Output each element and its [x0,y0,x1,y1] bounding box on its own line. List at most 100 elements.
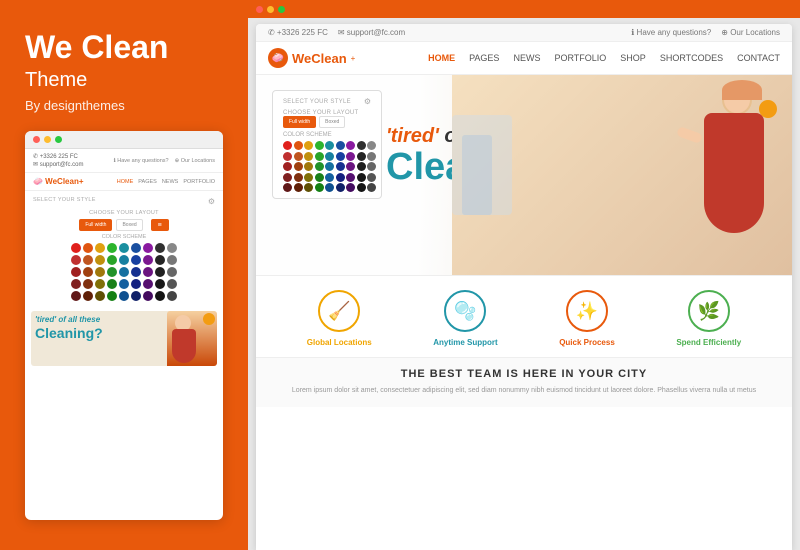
nav-link-shop[interactable]: SHOP [620,53,646,63]
color-dot-9[interactable] [71,255,81,265]
color-dot-2[interactable] [95,243,105,253]
hero-color-dot-27[interactable] [283,173,292,182]
color-dot-11[interactable] [95,255,105,265]
hero-color-dot-0[interactable] [283,141,292,150]
color-dot-12[interactable] [107,255,117,265]
hero-color-dot-16[interactable] [357,152,366,161]
color-dot-1[interactable] [83,243,93,253]
color-dot-8[interactable] [167,243,177,253]
color-dot-40[interactable] [119,291,129,301]
hero-color-dot-4[interactable] [325,141,334,150]
hero-color-dot-13[interactable] [325,152,334,161]
hero-color-dot-11[interactable] [304,152,313,161]
nav-link-pages[interactable]: PAGES [469,53,499,63]
color-dot-23[interactable] [131,267,141,277]
hero-color-dot-28[interactable] [294,173,303,182]
color-dot-18[interactable] [71,267,81,277]
color-dot-36[interactable] [71,291,81,301]
hero-color-dot-24[interactable] [346,162,355,171]
hero-color-dot-37[interactable] [294,183,303,192]
hero-color-dot-44[interactable] [367,183,376,192]
hero-color-dot-32[interactable] [336,173,345,182]
color-dot-34[interactable] [155,279,165,289]
hero-color-dot-18[interactable] [283,162,292,171]
hero-color-dot-2[interactable] [304,141,313,150]
hero-color-dot-25[interactable] [357,162,366,171]
color-dot-22[interactable] [119,267,129,277]
color-dot-14[interactable] [131,255,141,265]
color-dot-20[interactable] [95,267,105,277]
color-dot-39[interactable] [107,291,117,301]
hero-color-dot-36[interactable] [283,183,292,192]
hero-color-dot-20[interactable] [304,162,313,171]
color-dot-31[interactable] [119,279,129,289]
hero-color-dot-9[interactable] [283,152,292,161]
color-dot-35[interactable] [167,279,177,289]
hero-color-dot-3[interactable] [315,141,324,150]
color-dot-13[interactable] [119,255,129,265]
hero-color-dot-39[interactable] [315,183,324,192]
color-dot-24[interactable] [143,267,153,277]
color-dot-16[interactable] [155,255,165,265]
nav-link-home[interactable]: HOME [428,53,455,63]
hero-color-dot-14[interactable] [336,152,345,161]
color-dot-4[interactable] [119,243,129,253]
color-dot-30[interactable] [107,279,117,289]
mini-btn-full[interactable]: Full width [79,219,112,231]
hero-color-dot-5[interactable] [336,141,345,150]
color-dot-21[interactable] [107,267,117,277]
hero-color-dot-6[interactable] [346,141,355,150]
color-dot-10[interactable] [83,255,93,265]
color-dot-17[interactable] [167,255,177,265]
hero-color-dot-34[interactable] [357,173,366,182]
hero-color-dot-15[interactable] [346,152,355,161]
color-dot-32[interactable] [131,279,141,289]
color-dot-26[interactable] [167,267,177,277]
color-dot-5[interactable] [131,243,141,253]
color-dot-29[interactable] [95,279,105,289]
hero-color-dot-38[interactable] [304,183,313,192]
hero-color-dot-7[interactable] [357,141,366,150]
layout-btn-boxed[interactable]: Boxed [319,116,345,128]
hero-color-dot-19[interactable] [294,162,303,171]
mini-btn-boxed[interactable]: Boxed [116,219,142,231]
color-dot-15[interactable] [143,255,153,265]
hero-color-dot-29[interactable] [304,173,313,182]
layout-btn-full[interactable]: Full width [283,116,316,128]
hero-color-dot-21[interactable] [315,162,324,171]
color-dot-6[interactable] [143,243,153,253]
hero-color-dot-23[interactable] [336,162,345,171]
hero-color-dot-17[interactable] [367,152,376,161]
color-dot-3[interactable] [107,243,117,253]
color-dot-27[interactable] [71,279,81,289]
hero-color-dot-41[interactable] [336,183,345,192]
hero-color-dot-12[interactable] [315,152,324,161]
color-dot-19[interactable] [83,267,93,277]
nav-link-contact[interactable]: CONTACT [737,53,780,63]
color-dot-33[interactable] [143,279,153,289]
color-dot-28[interactable] [83,279,93,289]
color-dot-0[interactable] [71,243,81,253]
hero-color-dot-43[interactable] [357,183,366,192]
nav-link-portfolio[interactable]: PORTFOLIO [554,53,606,63]
nav-link-news[interactable]: NEWS [513,53,540,63]
color-dot-43[interactable] [155,291,165,301]
hero-color-dot-8[interactable] [367,141,376,150]
hero-color-dot-31[interactable] [325,173,334,182]
hero-color-dot-1[interactable] [294,141,303,150]
color-dot-38[interactable] [95,291,105,301]
color-dot-41[interactable] [131,291,141,301]
hero-color-dot-33[interactable] [346,173,355,182]
hero-color-dot-35[interactable] [367,173,376,182]
color-dot-37[interactable] [83,291,93,301]
hero-color-dot-10[interactable] [294,152,303,161]
hero-color-dot-22[interactable] [325,162,334,171]
hero-color-dot-40[interactable] [325,183,334,192]
color-dot-25[interactable] [155,267,165,277]
color-dot-42[interactable] [143,291,153,301]
hero-color-dot-30[interactable] [315,173,324,182]
hero-color-dot-26[interactable] [367,162,376,171]
nav-link-shortcodes[interactable]: SHORTCODES [660,53,723,63]
color-dot-44[interactable] [167,291,177,301]
hero-color-dot-42[interactable] [346,183,355,192]
